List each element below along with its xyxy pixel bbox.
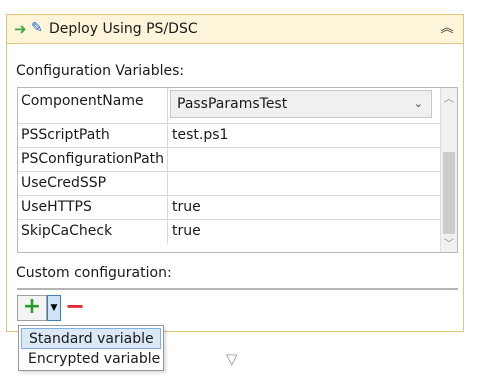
menu-item-standard-variable[interactable]: Standard variable xyxy=(21,328,161,349)
var-value[interactable] xyxy=(168,172,441,195)
remove-variable-button[interactable]: − xyxy=(65,294,85,321)
table-row[interactable]: PSScriptPath test.ps1 xyxy=(18,124,441,148)
expand-down-icon[interactable]: ▽ xyxy=(226,350,238,368)
component-name-combo[interactable]: PassParamsTest ⌄ xyxy=(170,90,432,118)
deploy-panel: ➜ ✎ Deploy Using PS/DSC ︽ Configuration … xyxy=(6,14,464,332)
vertical-scrollbar[interactable]: ︿ ﹀ xyxy=(440,88,457,252)
var-name: UseHTTPS xyxy=(18,196,168,219)
panel-title: Deploy Using PS/DSC xyxy=(49,21,198,37)
combo-value: PassParamsTest xyxy=(177,96,288,112)
add-variable-menu: Standard variable Encrypted variable xyxy=(18,325,164,371)
add-dropdown-button[interactable]: ▼ xyxy=(47,295,61,321)
var-value[interactable]: true xyxy=(168,196,441,219)
config-vars-grid: ComponentName PassParamsTest ⌄ PSScriptP… xyxy=(17,87,458,253)
arrow-right-icon: ➜ xyxy=(14,20,27,38)
scroll-thumb[interactable] xyxy=(443,152,455,234)
scroll-up-icon[interactable]: ︿ xyxy=(444,90,454,105)
scroll-down-icon[interactable]: ﹀ xyxy=(444,235,454,250)
var-name: PSScriptPath xyxy=(18,124,168,147)
panel-header: ➜ ✎ Deploy Using PS/DSC ︽ xyxy=(7,15,463,44)
var-name: SkipCaCheck xyxy=(18,220,168,244)
chevron-down-icon[interactable]: ⌄ xyxy=(414,97,423,110)
var-value[interactable]: true xyxy=(168,220,441,244)
custom-config-label: Custom configuration: xyxy=(16,265,172,281)
table-row[interactable]: ComponentName PassParamsTest ⌄ xyxy=(18,88,440,124)
config-vars-label: Configuration Variables: xyxy=(16,63,185,79)
table-row[interactable]: UseHTTPS true xyxy=(18,196,441,220)
divider xyxy=(17,288,458,290)
menu-item-encrypted-variable[interactable]: Encrypted variable xyxy=(21,349,161,370)
table-row[interactable]: UseCredSSP xyxy=(18,172,441,196)
var-name: PSConfigurationPath xyxy=(18,148,168,171)
table-row[interactable]: PSConfigurationPath xyxy=(18,148,441,172)
custom-config-toolbar: + ▼ − xyxy=(17,294,85,321)
var-name: ComponentName xyxy=(18,88,168,123)
var-value[interactable]: test.ps1 xyxy=(168,124,441,147)
var-name: UseCredSSP xyxy=(18,172,168,195)
table-row[interactable]: SkipCaCheck true xyxy=(18,220,441,244)
var-value[interactable] xyxy=(168,148,441,171)
collapse-icon[interactable]: ︽ xyxy=(439,21,455,37)
pencil-icon: ✎ xyxy=(31,20,43,36)
add-variable-button[interactable]: + xyxy=(17,295,47,321)
